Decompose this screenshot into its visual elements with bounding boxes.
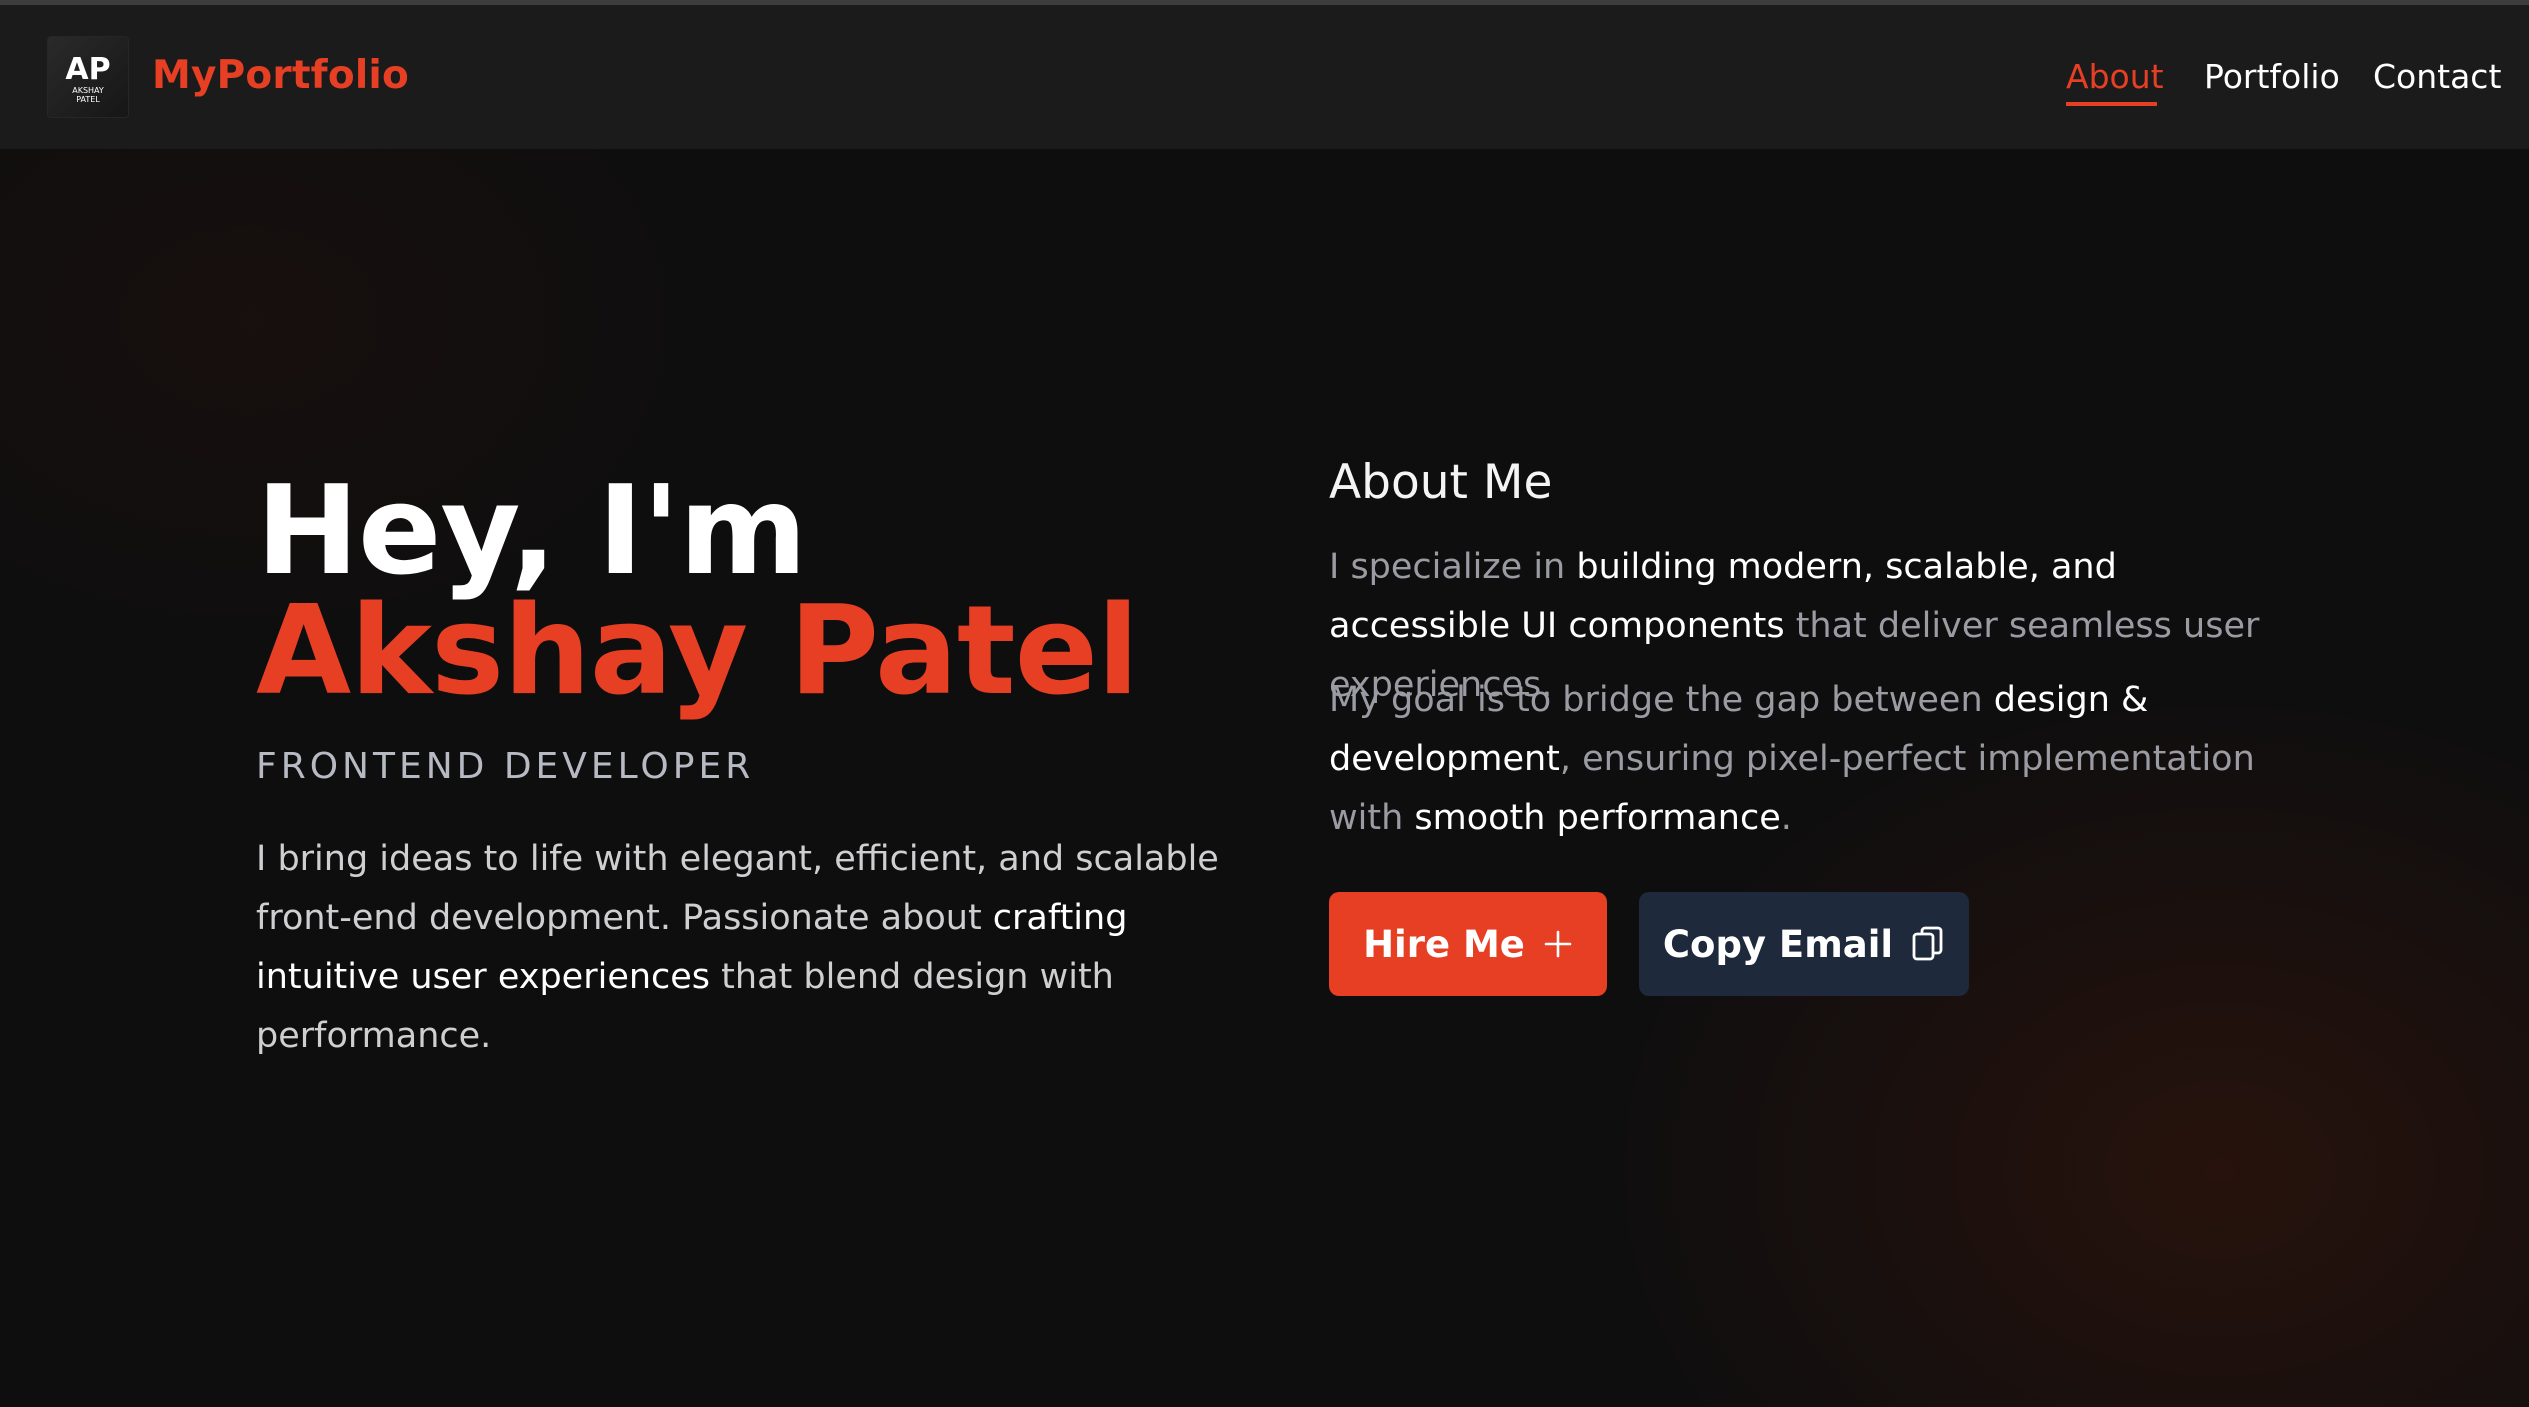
about-p2-highlight-2: smooth performance [1414, 798, 1781, 838]
nav-link-about[interactable]: About [2066, 57, 2164, 96]
plus-icon [1543, 929, 1573, 959]
hire-me-button[interactable]: Hire Me [1329, 892, 1607, 996]
logo-image[interactable]: AP AKSHAY PATEL [48, 37, 128, 117]
hire-me-label: Hire Me [1363, 922, 1525, 966]
copy-icon [1911, 925, 1945, 963]
nav-link-portfolio[interactable]: Portfolio [2204, 57, 2340, 96]
nav-link-contact[interactable]: Contact [2373, 57, 2501, 96]
copy-email-label: Copy Email [1662, 922, 1894, 966]
role-subtitle: FRONTEND DEVELOPER [256, 746, 755, 787]
hero-description: I bring ideas to life with elegant, effi… [256, 830, 1236, 1066]
copy-email-button[interactable]: Copy Email [1639, 892, 1969, 996]
nav-active-indicator [2066, 102, 2157, 106]
about-p2-text: My goal is to bridge the gap between [1329, 680, 1994, 720]
hero-heading: Hey, I'm Akshay Patel [256, 470, 1256, 713]
svg-text:AP: AP [65, 52, 110, 87]
navbar: AP AKSHAY PATEL MyPortfolio About Portfo… [0, 5, 2529, 149]
svg-text:PATEL: PATEL [76, 95, 100, 104]
svg-text:AKSHAY: AKSHAY [72, 86, 104, 95]
brand-link[interactable]: MyPortfolio [152, 53, 409, 98]
about-p2-text-end: . [1780, 798, 1792, 838]
hero-name: Akshay Patel [256, 580, 1139, 723]
logo-mark-icon: AP AKSHAY PATEL [65, 52, 110, 104]
about-paragraph-2: My goal is to bridge the gap between des… [1329, 671, 2289, 848]
about-heading: About Me [1329, 455, 1553, 510]
about-p1-text: I specialize in [1329, 547, 1577, 587]
